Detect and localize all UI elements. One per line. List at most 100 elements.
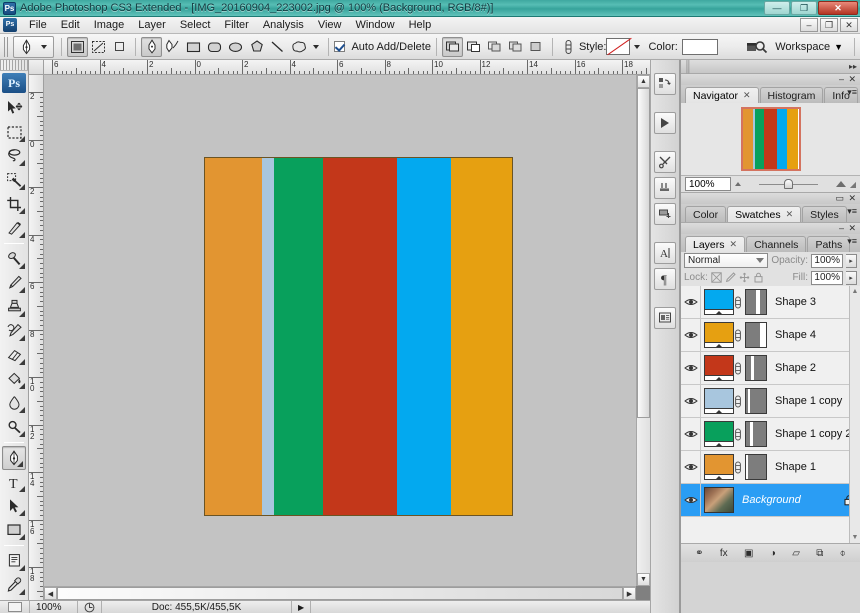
doc-close-button[interactable]: ✕ bbox=[840, 18, 858, 32]
rectangular-marquee-tool[interactable] bbox=[1, 120, 27, 144]
toolbox-grip[interactable] bbox=[0, 60, 28, 71]
swatches-close-button[interactable]: ✕ bbox=[848, 193, 856, 203]
add-layer-style-button[interactable]: fx bbox=[720, 548, 728, 559]
status-expand-arrow[interactable]: ▶ bbox=[291, 600, 310, 613]
scroll-right-arrow-icon[interactable]: ▶ bbox=[623, 587, 636, 600]
tab-color[interactable]: Color bbox=[685, 206, 727, 222]
link-mask-icon[interactable] bbox=[734, 329, 745, 342]
horizontal-ruler[interactable]: 6 4 2 0 2 4 6 8 10 12 14 16 18 bbox=[44, 60, 650, 75]
slice-tool[interactable] bbox=[1, 216, 27, 240]
ruler-origin-corner[interactable] bbox=[29, 60, 44, 75]
polygon-tool-button[interactable] bbox=[246, 37, 267, 57]
delete-layer-button[interactable]: ⌽ bbox=[840, 548, 846, 559]
canvas-area[interactable] bbox=[44, 75, 636, 586]
menu-item-window[interactable]: Window bbox=[348, 18, 401, 32]
brushes-panel-icon[interactable] bbox=[654, 151, 676, 173]
gradient-tool[interactable] bbox=[1, 367, 27, 391]
eraser-tool[interactable] bbox=[1, 343, 27, 367]
rectangle-tool-button[interactable] bbox=[183, 37, 204, 57]
tool-presets-panel-icon[interactable] bbox=[654, 112, 676, 134]
minimize-button[interactable]: — bbox=[764, 1, 790, 15]
scroll-left-arrow-icon[interactable]: ◀ bbox=[44, 587, 57, 600]
image-stripes[interactable] bbox=[204, 157, 513, 516]
status-preview-icon[interactable] bbox=[77, 600, 101, 613]
fill-pixels-mode-button[interactable] bbox=[109, 37, 130, 57]
tool-preset-chevron-down-icon[interactable] bbox=[41, 44, 47, 49]
lock-position-icon[interactable] bbox=[739, 272, 750, 283]
subtract-from-shape-area-button[interactable] bbox=[463, 37, 484, 57]
tab-histogram[interactable]: Histogram bbox=[759, 87, 824, 103]
new-layer-button[interactable]: ⧉ bbox=[816, 548, 823, 559]
exclude-overlapping-shape-areas-button[interactable] bbox=[505, 37, 526, 57]
menu-item-view[interactable]: View bbox=[311, 18, 349, 32]
layer-name[interactable]: Shape 1 copy 2 bbox=[775, 428, 851, 440]
quick-selection-tool[interactable] bbox=[1, 168, 27, 192]
close-button[interactable]: ✕ bbox=[818, 1, 858, 15]
table-row[interactable]: Shape 1 copy 2 bbox=[681, 417, 860, 451]
layer-thumbnail[interactable] bbox=[704, 454, 734, 480]
opacity-stepper[interactable]: ▸ bbox=[846, 253, 857, 268]
status-zoom-field[interactable]: 100% bbox=[29, 600, 77, 613]
style-preview-swatch[interactable] bbox=[606, 38, 631, 55]
vertical-scroll-thumb[interactable] bbox=[637, 88, 650, 418]
auto-add-delete-checkbox[interactable]: Auto Add/Delete bbox=[334, 40, 431, 53]
custom-shape-tool-button[interactable] bbox=[288, 37, 309, 57]
paths-mode-button[interactable] bbox=[88, 37, 109, 57]
clone-stamp-tool[interactable] bbox=[1, 295, 27, 319]
tab-layers[interactable]: Layers ✕ bbox=[685, 236, 746, 252]
layers-scroll-up-arrow-icon[interactable]: ▲ bbox=[850, 288, 860, 295]
new-group-button[interactable]: ▱ bbox=[792, 548, 800, 559]
layers-title-bar[interactable]: – ✕ bbox=[681, 223, 860, 234]
eye-icon[interactable] bbox=[681, 318, 701, 352]
layers-panel-menu-button[interactable]: ▾≡ bbox=[847, 236, 857, 246]
intersect-shape-areas-button[interactable] bbox=[484, 37, 505, 57]
layers-minimize-button[interactable]: – bbox=[839, 224, 844, 233]
navigator-zoom-slider[interactable] bbox=[745, 178, 832, 190]
history-panel-icon[interactable] bbox=[654, 73, 676, 95]
layer-name[interactable]: Background bbox=[742, 494, 801, 506]
menu-item-file[interactable]: File bbox=[22, 18, 54, 32]
dodge-tool[interactable] bbox=[1, 415, 27, 439]
pen-tool-button[interactable] bbox=[141, 36, 162, 57]
layer-thumbnail[interactable] bbox=[704, 487, 734, 513]
zoom-out-icon[interactable] bbox=[735, 182, 741, 186]
vector-mask-thumbnail[interactable] bbox=[745, 355, 767, 381]
shape-layers-mode-button[interactable] bbox=[67, 36, 88, 57]
eye-icon[interactable] bbox=[681, 483, 701, 517]
layer-name[interactable]: Shape 1 bbox=[775, 461, 816, 473]
navigator-title-bar[interactable]: – ✕ bbox=[681, 74, 860, 85]
link-mask-icon[interactable] bbox=[734, 395, 745, 408]
layer-thumbnail[interactable] bbox=[704, 289, 734, 315]
spot-healing-brush-tool[interactable] bbox=[1, 247, 27, 271]
new-fill-adjustment-layer-button[interactable]: ◑ bbox=[770, 548, 776, 559]
layer-comps-panel-icon[interactable] bbox=[654, 307, 676, 329]
tab-channels[interactable]: Channels bbox=[746, 236, 807, 252]
pen-tool[interactable] bbox=[2, 446, 26, 470]
swatches-title-bar[interactable]: ▭ ✕ bbox=[681, 193, 860, 204]
layer-thumbnail[interactable] bbox=[704, 388, 734, 414]
eyedropper-tool[interactable] bbox=[1, 573, 27, 597]
geometry-options-chevron-down-icon[interactable] bbox=[313, 44, 319, 49]
tab-navigator[interactable]: Navigator ✕ bbox=[685, 87, 759, 103]
vector-mask-thumbnail[interactable] bbox=[745, 289, 767, 315]
swatches-panel-menu-button[interactable]: ▾≡ bbox=[847, 206, 857, 216]
zoom-slider-knob[interactable] bbox=[784, 179, 794, 189]
tab-swatches[interactable]: Swatches ✕ bbox=[727, 206, 802, 222]
collapse-panels-button[interactable]: ▸▸ bbox=[849, 62, 857, 71]
link-mask-icon[interactable] bbox=[734, 428, 745, 441]
notes-tool[interactable] bbox=[1, 549, 27, 573]
options-bar-grip[interactable] bbox=[4, 36, 10, 57]
rectangle-shape-tool[interactable] bbox=[1, 518, 27, 542]
layer-thumbnail[interactable] bbox=[704, 421, 734, 447]
menu-item-select[interactable]: Select bbox=[173, 18, 218, 32]
crop-tool[interactable] bbox=[1, 192, 27, 216]
table-row[interactable]: Shape 1 bbox=[681, 450, 860, 484]
link-mask-icon[interactable] bbox=[734, 296, 745, 309]
tab-layers-close-icon[interactable]: ✕ bbox=[730, 239, 738, 250]
eye-icon[interactable] bbox=[681, 417, 701, 451]
combine-shapes-button[interactable] bbox=[526, 37, 547, 57]
screen-mode-icon[interactable] bbox=[7, 602, 22, 612]
layer-style-icon[interactable] bbox=[558, 37, 579, 57]
brush-tool[interactable] bbox=[1, 271, 27, 295]
blur-tool[interactable] bbox=[1, 391, 27, 415]
